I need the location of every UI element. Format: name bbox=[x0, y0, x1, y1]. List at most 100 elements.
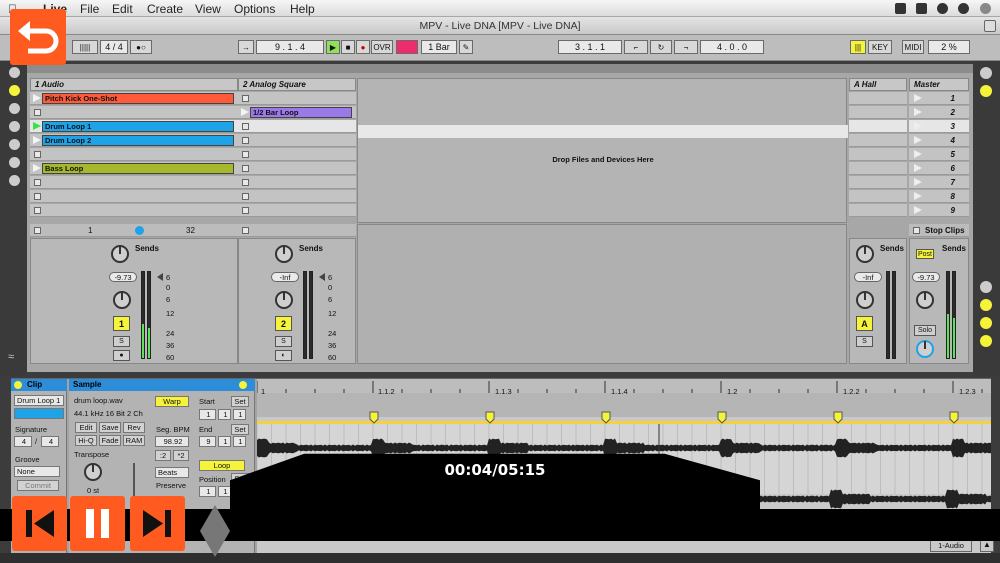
track-1-slot-6[interactable]: Bass Loop bbox=[30, 162, 238, 175]
scene-launch-icon[interactable] bbox=[914, 136, 922, 144]
clip-activator-icon[interactable] bbox=[14, 381, 22, 389]
return-a-slot-6[interactable] bbox=[849, 162, 907, 175]
ram-button[interactable]: RAM bbox=[123, 435, 145, 446]
transpose-knob[interactable] bbox=[84, 463, 102, 481]
warp-mode-select[interactable]: Beats bbox=[155, 467, 189, 478]
clip-stop-button[interactable] bbox=[34, 151, 41, 158]
track-1-fader-handle[interactable] bbox=[157, 273, 163, 281]
clip-launch-icon[interactable] bbox=[33, 136, 41, 144]
quantize-menu[interactable]: 1 Bar bbox=[421, 40, 457, 54]
clip-color-field[interactable] bbox=[14, 408, 64, 419]
overdub-button[interactable]: OVR bbox=[371, 40, 393, 54]
start-bar[interactable]: 1 bbox=[199, 409, 216, 420]
file-browser-icon[interactable] bbox=[9, 139, 20, 150]
arrangement-view-icon[interactable] bbox=[980, 67, 992, 79]
scene-5[interactable]: 5 bbox=[909, 148, 969, 161]
library-browser-icon[interactable] bbox=[9, 157, 20, 168]
track-2-clip-2[interactable]: 1/2 Bar Loop bbox=[250, 107, 352, 118]
scene-launch-icon[interactable] bbox=[914, 206, 922, 214]
stop-all-clips-button[interactable] bbox=[913, 227, 920, 234]
master-volume-field[interactable]: -9.73 bbox=[912, 272, 940, 282]
hiq-button[interactable]: Hi-Q bbox=[75, 435, 97, 446]
clip-stop-button[interactable] bbox=[242, 95, 249, 102]
cue-volume-knob[interactable] bbox=[916, 340, 934, 358]
player-next-button[interactable] bbox=[130, 496, 185, 551]
track-2-slot-6[interactable] bbox=[238, 162, 356, 175]
menu-help[interactable]: Help bbox=[290, 2, 315, 16]
signature-denominator[interactable]: 4 bbox=[41, 436, 59, 447]
track-1-slot-7[interactable] bbox=[30, 176, 238, 189]
return-a-send-knob[interactable] bbox=[856, 245, 874, 263]
return-a-slot-8[interactable] bbox=[849, 190, 907, 203]
track-1-slot-8[interactable] bbox=[30, 190, 238, 203]
end-beat[interactable]: 1 bbox=[218, 436, 231, 447]
master-pan-knob[interactable] bbox=[916, 291, 934, 309]
loop-length-field[interactable]: 4 . 0 . 0 bbox=[700, 40, 764, 54]
io-toggle-icon[interactable] bbox=[980, 281, 992, 293]
scene-launch-icon[interactable] bbox=[914, 94, 922, 102]
track-2-slot-2[interactable]: 1/2 Bar Loop bbox=[238, 106, 356, 119]
scene-8[interactable]: 8 bbox=[909, 190, 969, 203]
window-zoom-button[interactable] bbox=[984, 20, 996, 32]
mixer-toggle-icon[interactable] bbox=[980, 335, 992, 347]
track-1-clip-6[interactable]: Bass Loop bbox=[42, 163, 234, 174]
return-a-slot-2[interactable] bbox=[849, 106, 907, 119]
commit-button[interactable]: Commit bbox=[17, 480, 59, 491]
scroll-position-dot[interactable] bbox=[135, 226, 144, 235]
track-header-1-audio[interactable]: 1 Audio bbox=[30, 78, 238, 91]
clip-stop-button[interactable] bbox=[34, 193, 41, 200]
groove-select[interactable]: None bbox=[14, 466, 60, 477]
session-view-toggle-icon[interactable] bbox=[980, 85, 992, 97]
clip-launch-icon[interactable] bbox=[33, 94, 41, 102]
warp-button[interactable]: Warp bbox=[155, 396, 189, 407]
automation-arm-button[interactable] bbox=[396, 40, 418, 54]
fade-button[interactable]: Fade bbox=[99, 435, 121, 446]
track-2-slot-7[interactable] bbox=[238, 176, 356, 189]
track-1-clip-4[interactable]: Drum Loop 2 bbox=[42, 135, 234, 146]
menu-file[interactable]: File bbox=[80, 2, 99, 16]
computer-midi-keyboard-button[interactable]: ||| bbox=[850, 40, 866, 54]
track-1-solo-button[interactable]: S bbox=[113, 336, 130, 347]
camera-icon[interactable] bbox=[895, 3, 906, 14]
globe-icon[interactable] bbox=[937, 3, 948, 14]
return-a-slot-4[interactable] bbox=[849, 134, 907, 147]
track-2-volume-field[interactable]: -Inf bbox=[271, 272, 299, 282]
double-tempo-button[interactable]: *2 bbox=[173, 450, 189, 461]
track-2-slot-9[interactable] bbox=[238, 204, 356, 217]
menu-edit[interactable]: Edit bbox=[112, 2, 133, 16]
track-header-master[interactable]: Master bbox=[909, 78, 969, 91]
waveform-toggle-icon[interactable]: ≈ bbox=[8, 351, 21, 363]
track-2-slot-8[interactable] bbox=[238, 190, 356, 203]
master-post-button[interactable]: Post bbox=[916, 249, 934, 259]
track-2-stop-button[interactable] bbox=[242, 227, 249, 234]
clip-stop-button[interactable] bbox=[34, 109, 41, 116]
clip-stop-button[interactable] bbox=[242, 137, 249, 144]
track-1-arm-button[interactable]: ● bbox=[113, 350, 130, 361]
draw-mode-button[interactable]: ✎ bbox=[459, 40, 473, 54]
back-button[interactable] bbox=[10, 9, 66, 65]
settings-icon[interactable] bbox=[958, 3, 969, 14]
scene-7[interactable]: 7 bbox=[909, 176, 969, 189]
clip-stop-button[interactable] bbox=[242, 165, 249, 172]
track-2-fader-handle[interactable] bbox=[319, 273, 325, 281]
clip-stop-button[interactable] bbox=[242, 151, 249, 158]
track-2-solo-button[interactable]: S bbox=[275, 336, 292, 347]
track-1-slot-2[interactable] bbox=[30, 106, 238, 119]
scene-6[interactable]: 6 bbox=[909, 162, 969, 175]
scene-1[interactable]: 1 bbox=[909, 92, 969, 105]
return-a-solo-button[interactable]: S bbox=[856, 336, 873, 347]
track-1-send-a-knob[interactable] bbox=[111, 245, 129, 263]
scene-3[interactable]: 3 bbox=[909, 120, 969, 133]
track-2-arm-button[interactable]: ◐ bbox=[275, 350, 292, 361]
track-1-slot-5[interactable] bbox=[30, 148, 238, 161]
track-1-volume-field[interactable]: -9.73 bbox=[109, 272, 137, 282]
device-browser-icon[interactable] bbox=[9, 103, 20, 114]
return-a-slot-9[interactable] bbox=[849, 204, 907, 217]
scene-2[interactable]: 2 bbox=[909, 106, 969, 119]
drop-zone[interactable]: Drop Files and Devices Here bbox=[357, 78, 848, 223]
scene-launch-icon[interactable] bbox=[914, 164, 922, 172]
returns-toggle-icon[interactable] bbox=[980, 317, 992, 329]
scene-launch-icon[interactable] bbox=[914, 150, 922, 158]
sample-add-icon[interactable] bbox=[239, 381, 247, 389]
return-a-slot-3[interactable] bbox=[849, 120, 907, 133]
